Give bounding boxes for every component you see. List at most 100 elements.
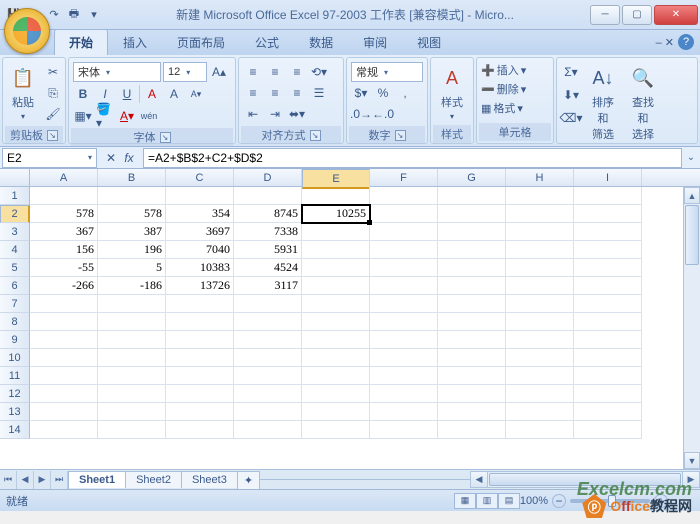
percent-icon[interactable]: % [373,83,393,103]
align-bottom-icon[interactable]: ≡ [287,62,307,82]
scroll-up-icon[interactable]: ▲ [684,187,700,204]
cell-F9[interactable] [370,331,438,349]
row-header-5[interactable]: 5 [0,259,30,277]
phonetic-icon[interactable]: wén [139,106,159,126]
cell-F5[interactable] [370,259,438,277]
sheet-tab-Sheet3[interactable]: Sheet3 [181,471,238,488]
cell-H13[interactable] [506,403,574,421]
cell-G12[interactable] [438,385,506,403]
office-button[interactable] [4,8,50,54]
row-header-6[interactable]: 6 [0,277,30,295]
fill-icon[interactable]: ⬇▾ [561,85,581,105]
cell-G1[interactable] [438,187,506,205]
cell-C5[interactable]: 10383 [166,259,234,277]
cell-H12[interactable] [506,385,574,403]
increase-decimal-icon[interactable]: .0→ [351,104,371,124]
sheet-tab-Sheet2[interactable]: Sheet2 [125,471,182,488]
cell-A10[interactable] [30,349,98,367]
grow-font-icon[interactable]: A▴ [209,62,229,82]
underline-icon[interactable]: U [117,84,137,104]
cell-G14[interactable] [438,421,506,439]
cell-D5[interactable]: 4524 [234,259,302,277]
cell-A12[interactable] [30,385,98,403]
cell-B2[interactable]: 578 [98,205,166,223]
cell-D4[interactable]: 5931 [234,241,302,259]
align-left-icon[interactable]: ≡ [243,83,263,103]
cell-E3[interactable] [302,223,370,241]
cell-B13[interactable] [98,403,166,421]
row-header-2[interactable]: 2 [0,205,30,223]
col-header-H[interactable]: H [506,169,574,186]
fill-color-icon[interactable]: 🪣▾ [95,106,115,126]
sheet-last-icon[interactable]: ⏭ [51,471,68,489]
cell-E2[interactable]: 10255 [302,205,370,223]
cell-G4[interactable] [438,241,506,259]
cell-I3[interactable] [574,223,642,241]
cell-I6[interactable] [574,277,642,295]
copy-icon[interactable]: ⎘ [43,83,63,103]
scroll-thumb[interactable] [685,205,699,265]
row-header-1[interactable]: 1 [0,187,30,205]
redo-icon[interactable]: ↷ [46,7,62,23]
merge-icon[interactable]: ⬌▾ [287,104,307,124]
cell-H10[interactable] [506,349,574,367]
cell-F12[interactable] [370,385,438,403]
cell-F14[interactable] [370,421,438,439]
print-icon[interactable]: 🖶 [66,7,82,23]
decrease-indent-icon[interactable]: ⇤ [243,104,263,124]
cell-B9[interactable] [98,331,166,349]
page-break-view-icon[interactable]: ▤ [498,493,520,509]
expand-formula-icon[interactable]: ⌄ [682,152,700,163]
cell-F11[interactable] [370,367,438,385]
cell-B14[interactable] [98,421,166,439]
sheet-first-icon[interactable]: ⏮ [0,471,17,489]
cell-F13[interactable] [370,403,438,421]
cell-D8[interactable] [234,313,302,331]
cell-A14[interactable] [30,421,98,439]
tab-页面布局[interactable]: 页面布局 [162,29,240,55]
cell-E1[interactable] [302,187,370,205]
row-header-8[interactable]: 8 [0,313,30,331]
cell-B10[interactable] [98,349,166,367]
shrink-font-icon[interactable]: A▾ [186,84,206,104]
cell-C7[interactable] [166,295,234,313]
col-header-I[interactable]: I [574,169,642,186]
cell-A8[interactable] [30,313,98,331]
cell-C6[interactable]: 13726 [166,277,234,295]
align-middle-icon[interactable]: ≡ [265,62,285,82]
cell-G5[interactable] [438,259,506,277]
cell-F10[interactable] [370,349,438,367]
cell-D11[interactable] [234,367,302,385]
cell-A1[interactable] [30,187,98,205]
cell-A7[interactable] [30,295,98,313]
cell-I7[interactable] [574,295,642,313]
cell-G2[interactable] [438,205,506,223]
cell-I14[interactable] [574,421,642,439]
cell-F8[interactable] [370,313,438,331]
cell-H14[interactable] [506,421,574,439]
col-header-C[interactable]: C [166,169,234,186]
row-header-9[interactable]: 9 [0,331,30,349]
number-launcher-icon[interactable]: ↘ [395,130,406,141]
row-header-7[interactable]: 7 [0,295,30,313]
cell-F7[interactable] [370,295,438,313]
find-select-button[interactable]: 🔍 查找和 选择 [625,62,661,144]
cell-H3[interactable] [506,223,574,241]
cell-D2[interactable]: 8745 [234,205,302,223]
cell-G10[interactable] [438,349,506,367]
cell-B12[interactable] [98,385,166,403]
cell-F4[interactable] [370,241,438,259]
clipboard-launcher-icon[interactable]: ↘ [47,130,58,141]
cell-B1[interactable] [98,187,166,205]
cell-A13[interactable] [30,403,98,421]
font-grow-icon[interactable]: A [164,84,184,104]
font-size-select[interactable]: 12▾ [163,62,207,82]
row-header-14[interactable]: 14 [0,421,30,439]
cell-C4[interactable]: 7040 [166,241,234,259]
cell-D3[interactable]: 7338 [234,223,302,241]
minimize-button[interactable]: ─ [590,5,620,25]
cell-I4[interactable] [574,241,642,259]
cell-D7[interactable] [234,295,302,313]
row-header-11[interactable]: 11 [0,367,30,385]
cell-B11[interactable] [98,367,166,385]
